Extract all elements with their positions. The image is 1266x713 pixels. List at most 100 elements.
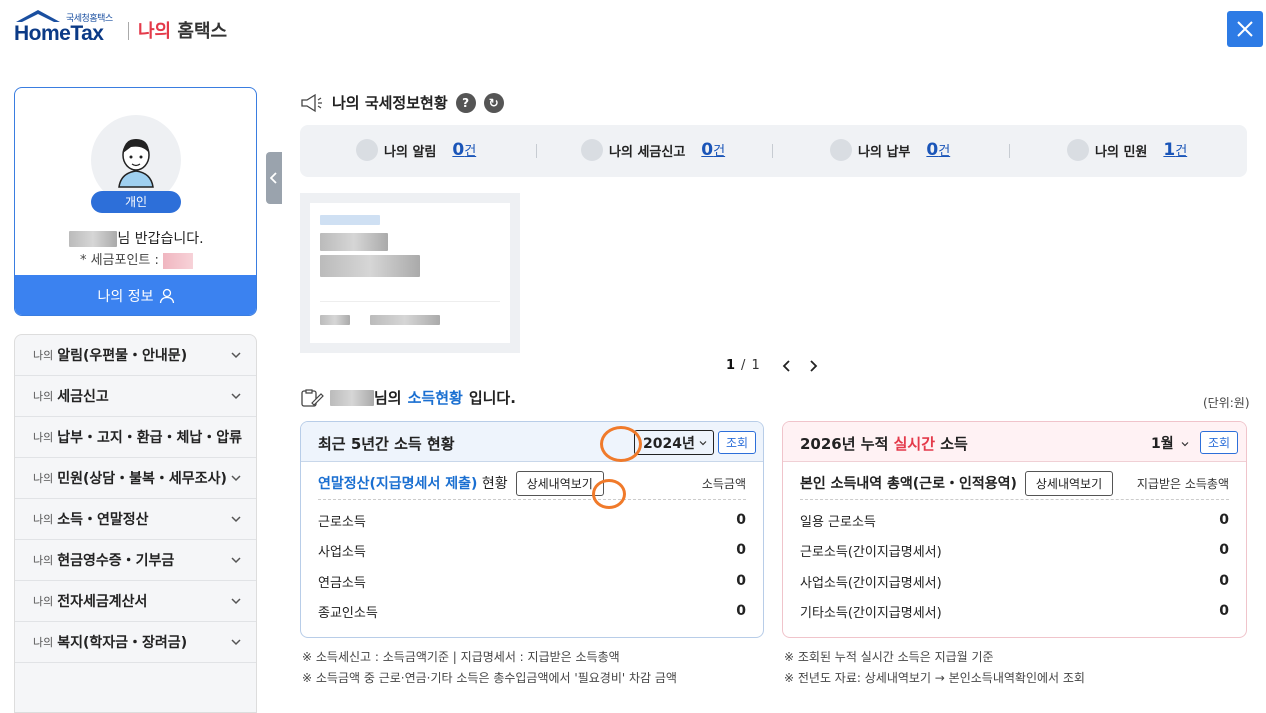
row-value: 0 xyxy=(736,573,746,589)
status-label: 나의 세금신고 xyxy=(609,144,686,160)
menu-label: 세금신고 xyxy=(57,389,109,405)
footnote: ※ 조회된 누적 실시간 소득은 지급월 기준 xyxy=(784,650,994,664)
title-realtime: 실시간 xyxy=(893,435,936,453)
subheader-text: 현황 xyxy=(481,476,508,492)
status-count[interactable]: 0건 xyxy=(701,140,725,160)
status-count[interactable]: 0건 xyxy=(452,140,476,160)
row-label: 일용 근로소득 xyxy=(800,514,876,530)
masked-points xyxy=(163,252,194,269)
masked-text xyxy=(320,315,350,325)
megaphone-icon xyxy=(301,93,322,112)
chevron-down-icon xyxy=(231,598,241,605)
title-accent: 나의 xyxy=(138,21,172,42)
row-label: 근로소득(간이지급명세서) xyxy=(800,544,942,560)
income-row: 종교인소득 0 xyxy=(318,596,746,626)
panel-subheader: 본인 소득내역 총액(근로・인적용역) 상세내역보기 지급받은 소득총액 xyxy=(800,468,1229,498)
title-part: 2026년 누적 xyxy=(800,435,889,453)
menu-prefix: 나의 xyxy=(33,636,54,649)
year-select[interactable]: 2024년 xyxy=(634,430,714,455)
user-type-badge: 개인 xyxy=(91,191,181,213)
row-label: 근로소득 xyxy=(318,514,366,530)
menu-label: 소득・연말정산 xyxy=(57,512,149,528)
status-item-payment[interactable]: 나의 납부 0건 xyxy=(830,139,950,161)
page-current: 1 xyxy=(726,358,736,373)
page-title: 나의 홈택스 xyxy=(138,17,227,43)
row-value: 0 xyxy=(1219,512,1229,528)
pagination: 1 / 1 xyxy=(726,358,820,373)
count-unit: 건 xyxy=(1175,144,1188,159)
income-section-title: 님의 소득현황 입니다. xyxy=(300,387,516,408)
close-button[interactable] xyxy=(1227,11,1263,47)
divider xyxy=(772,144,773,158)
year-value: 2024년 xyxy=(643,435,695,452)
menu-item-civil-petition[interactable]: 나의 민원(상담・불복・세무조사) xyxy=(15,458,256,499)
status-count[interactable]: 1건 xyxy=(1163,140,1187,160)
status-item-civil-petition[interactable]: 나의 민원 1건 xyxy=(1067,139,1187,161)
menu-prefix: 나의 xyxy=(33,431,54,444)
notice-card-content xyxy=(310,203,510,343)
hometax-logo[interactable]: 국세청홈택스 HomeTax xyxy=(14,8,119,46)
sidebar-collapse-toggle[interactable] xyxy=(266,152,282,204)
income-title-suffix: 님의 xyxy=(374,389,402,407)
status-label: 나의 민원 xyxy=(1095,144,1148,160)
chevron-left-icon[interactable] xyxy=(780,359,794,373)
income-row: 일용 근로소득 0 xyxy=(800,505,1229,535)
row-label: 종교인소득 xyxy=(318,605,378,621)
user-icon xyxy=(160,288,175,304)
month-value: 1월 xyxy=(1151,436,1174,452)
menu-item-tax-filing[interactable]: 나의 세금신고 xyxy=(15,376,256,417)
roof-icon xyxy=(16,10,60,22)
panel-subheader: 연말정산(지급명세서 제출) 현황 상세내역보기 소득금액 xyxy=(318,468,746,498)
month-select[interactable]: 1월 xyxy=(1151,433,1189,453)
chevron-down-icon xyxy=(231,516,241,523)
row-value: 0 xyxy=(1219,573,1229,589)
status-item-notifications[interactable]: 나의 알림 0건 xyxy=(356,139,476,161)
masked-text xyxy=(320,233,388,251)
chevron-right-icon[interactable] xyxy=(806,359,820,373)
chevron-down-icon xyxy=(1181,442,1188,447)
search-button[interactable]: 조회 xyxy=(1200,431,1238,454)
realtime-income-panel: 2026년 누적 실시간 소득 1월 조회 본인 소득내역 총액(근로・인적용역… xyxy=(782,421,1247,638)
divider xyxy=(536,144,537,158)
income-row: 기타소득(간이지급명세서) 0 xyxy=(800,596,1229,626)
income-row: 근로소득 0 xyxy=(318,505,746,535)
status-count[interactable]: 0건 xyxy=(926,140,950,160)
row-value: 0 xyxy=(736,542,746,558)
my-info-label: 나의 정보 xyxy=(97,289,154,305)
search-button[interactable]: 조회 xyxy=(718,431,756,454)
detail-view-button[interactable]: 상세내역보기 xyxy=(1024,470,1114,496)
menu-item-notifications[interactable]: 나의 알림(우편물・안내문) xyxy=(15,335,256,376)
masked-text xyxy=(370,315,440,325)
menu-label: 민원(상담・불복・세무조사) xyxy=(57,471,227,487)
menu-item-income[interactable]: 나의 소득・연말정산 xyxy=(15,499,256,540)
menu-item-payment[interactable]: 나의 납부・고지・환급・체납・압류 xyxy=(15,417,256,458)
logo-text: HomeTax xyxy=(14,22,104,45)
row-label: 사업소득 xyxy=(318,544,366,560)
menu-label: 현금영수증・기부금 xyxy=(57,553,175,569)
header-divider xyxy=(128,22,129,40)
menu-prefix: 나의 xyxy=(33,349,54,362)
chevron-down-icon xyxy=(231,352,241,359)
status-item-tax-filing[interactable]: 나의 세금신고 0건 xyxy=(581,139,725,161)
panel-header: 2026년 누적 실시간 소득 1월 조회 xyxy=(783,422,1246,462)
menu-prefix: 나의 xyxy=(33,390,54,403)
row-label: 기타소득(간이지급명세서) xyxy=(800,605,942,621)
column-header: 소득금액 xyxy=(701,476,746,491)
income-title-highlight: 소득현황 xyxy=(407,389,463,407)
menu-item-e-tax-invoice[interactable]: 나의 전자세금계산서 xyxy=(15,581,256,622)
clipboard-icon xyxy=(1067,139,1089,161)
menu-item-cash-receipt[interactable]: 나의 현금영수증・기부금 xyxy=(15,540,256,581)
notice-card[interactable] xyxy=(300,193,520,353)
status-title-text: 나의 국세정보현황 xyxy=(332,94,448,112)
detail-view-button[interactable]: 상세내역보기 xyxy=(515,470,604,496)
my-info-button[interactable]: 나의 정보 xyxy=(15,275,256,315)
help-icon[interactable]: ? xyxy=(455,92,476,113)
footnote: ※ 소득세신고 : 소득금액기준 | 지급명세서 : 지급받은 소득총액 xyxy=(302,650,620,664)
tax-points: * 세금포인트 : xyxy=(15,249,256,269)
row-value: 0 xyxy=(1219,542,1229,558)
refresh-icon[interactable]: ↻ xyxy=(483,92,504,113)
panel-title: 최근 5년간 소득 현황 xyxy=(318,435,455,453)
footnote: ※ 소득금액 중 근로·연금·기타 소득은 총수입금액에서 '필요경비' 차감 … xyxy=(302,671,677,685)
menu-item-welfare[interactable]: 나의 복지(학자금・장려금) xyxy=(15,622,256,663)
menu-prefix: 나의 xyxy=(33,472,54,485)
